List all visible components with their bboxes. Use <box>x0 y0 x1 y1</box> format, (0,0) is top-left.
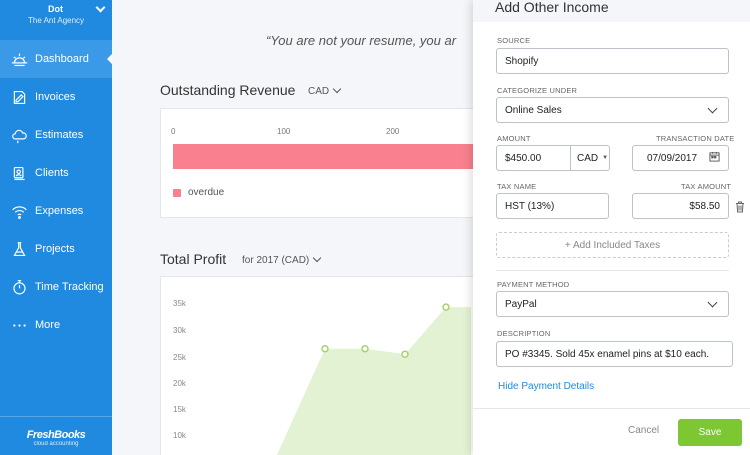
source-value: Shopify <box>505 55 539 67</box>
tick-label: 0 <box>171 127 176 136</box>
tax-name-input[interactable]: HST (13%) <box>496 193 609 219</box>
outstanding-revenue-card: 0 100 200 overdue <box>160 108 503 218</box>
amount-currency: CAD <box>577 152 599 164</box>
period-dropdown[interactable]: for 2017 (CAD) <box>242 253 322 266</box>
tax-amount-label: TAX AMOUNT <box>681 182 732 191</box>
description-label: DESCRIPTION <box>497 329 551 338</box>
date-value: 07/09/2017 <box>647 152 698 164</box>
tick-label: 100 <box>277 127 291 136</box>
account-org: The Ant Agency <box>28 16 85 25</box>
description-value: PO #3345. Sold 45x enamel pins at $10 ea… <box>505 348 710 360</box>
amount-group: $450.00 CAD ▼ <box>496 145 610 171</box>
sidebar-item-label: Time Tracking <box>35 281 104 293</box>
sidebar-item-label: Expenses <box>35 205 84 217</box>
period-label: for 2017 (CAD) <box>242 255 310 266</box>
sidebar-item-more[interactable]: More <box>0 306 112 344</box>
amount-currency-select[interactable]: CAD ▼ <box>571 153 608 164</box>
sidebar-item-label: Projects <box>35 243 75 255</box>
panel-footer: Cancel Save <box>473 408 750 455</box>
profit-point[interactable] <box>321 344 329 353</box>
sidebar-nav: Dashboard Invoices Estimates Clients Exp… <box>0 40 112 344</box>
dots-icon <box>10 316 28 334</box>
total-profit-title: Total Profit <box>160 251 227 267</box>
profit-area-chart <box>276 303 471 455</box>
brand-name: FreshBooks <box>26 429 86 441</box>
description-input[interactable]: PO #3345. Sold 45x enamel pins at $10 ea… <box>496 341 733 367</box>
category-label: CATEGORIZE UNDER <box>497 86 578 95</box>
sidebar-item-label: More <box>35 319 61 331</box>
category-value: Online Sales <box>505 104 562 116</box>
add-included-taxes-button[interactable]: + Add Included Taxes <box>496 232 729 258</box>
tick-label: 200 <box>386 127 400 136</box>
account-switcher[interactable]: Dot The Ant Agency <box>0 0 112 34</box>
clients-icon <box>10 164 28 182</box>
currency-dropdown[interactable]: CAD <box>308 84 342 97</box>
sidebar-item-label: Clients <box>35 167 69 179</box>
panel-title: Add Other Income <box>473 0 750 22</box>
hide-payment-details-link[interactable]: Hide Payment Details <box>498 381 594 392</box>
profit-point[interactable] <box>361 344 369 353</box>
category-select[interactable]: Online Sales <box>496 97 729 123</box>
freshbooks-logo: FreshBooks cloud accounting <box>0 416 112 447</box>
payment-method-label: PAYMENT METHOD <box>497 280 570 289</box>
profit-area <box>276 307 471 455</box>
sidebar-item-clients[interactable]: Clients <box>0 154 112 192</box>
cancel-button[interactable]: Cancel <box>628 425 659 436</box>
sidebar-item-label: Invoices <box>35 91 76 103</box>
add-income-panel: Add Other Income SOURCE Shopify CATEGORI… <box>473 0 750 455</box>
save-button[interactable]: Save <box>678 419 742 446</box>
date-input[interactable]: 07/09/2017 <box>632 145 729 171</box>
wifi-icon <box>10 202 28 220</box>
sidebar-item-dashboard[interactable]: Dashboard <box>0 40 112 78</box>
calendar-icon[interactable] <box>709 151 720 165</box>
tax-amount-input[interactable]: $58.50 <box>632 193 729 219</box>
source-input[interactable]: Shopify <box>496 48 729 74</box>
stopwatch-icon <box>10 278 28 296</box>
currency-label: CAD <box>308 86 330 97</box>
date-label: TRANSACTION DATE <box>656 134 735 143</box>
chevron-down-icon <box>707 103 718 114</box>
source-label: SOURCE <box>497 36 531 45</box>
sidebar: Dot The Ant Agency Dashboard Invoices Es… <box>0 0 112 455</box>
tax-amount-value: $58.50 <box>689 200 720 212</box>
sidebar-item-invoices[interactable]: Invoices <box>0 78 112 116</box>
sidebar-item-estimates[interactable]: Estimates <box>0 116 112 154</box>
amount-label: AMOUNT <box>497 134 531 143</box>
payment-method-select[interactable]: PayPal <box>496 291 729 317</box>
legend-swatch <box>173 188 181 197</box>
chevron-down-icon <box>332 84 342 94</box>
profit-point[interactable] <box>401 350 409 358</box>
divider <box>496 270 729 271</box>
tax-name-value: HST (13%) <box>505 200 555 212</box>
motivational-quote: “You are not your resume, you ar <box>266 33 457 48</box>
amount-input[interactable]: $450.00 <box>497 146 571 170</box>
chevron-down-icon <box>707 297 718 308</box>
overdue-bar[interactable] <box>173 144 503 169</box>
caret-down-icon: ▼ <box>602 155 609 161</box>
trash-icon[interactable] <box>735 200 745 218</box>
chart-legend: overdue <box>173 187 224 198</box>
add-taxes-label: + Add Included Taxes <box>564 239 661 251</box>
profit-point[interactable] <box>442 303 450 311</box>
legend-label: overdue <box>188 187 225 198</box>
flask-icon <box>10 240 28 258</box>
sun-icon <box>10 50 28 68</box>
tax-name-label: TAX NAME <box>497 182 537 191</box>
brand-tagline: cloud accounting <box>33 441 79 447</box>
total-profit-card: 35k 30k 25k 20k 15k 10k <box>160 276 490 455</box>
chevron-down-icon <box>313 253 322 263</box>
sidebar-item-label: Dashboard <box>35 53 89 65</box>
sidebar-item-expenses[interactable]: Expenses <box>0 192 112 230</box>
sidebar-item-label: Estimates <box>35 129 84 141</box>
sidebar-item-projects[interactable]: Projects <box>0 230 112 268</box>
outstanding-revenue-title: Outstanding Revenue <box>160 82 296 98</box>
payment-method-value: PayPal <box>505 298 537 310</box>
invoice-icon <box>10 88 28 106</box>
sidebar-item-time-tracking[interactable]: Time Tracking <box>0 268 112 306</box>
cloud-icon <box>10 126 28 144</box>
